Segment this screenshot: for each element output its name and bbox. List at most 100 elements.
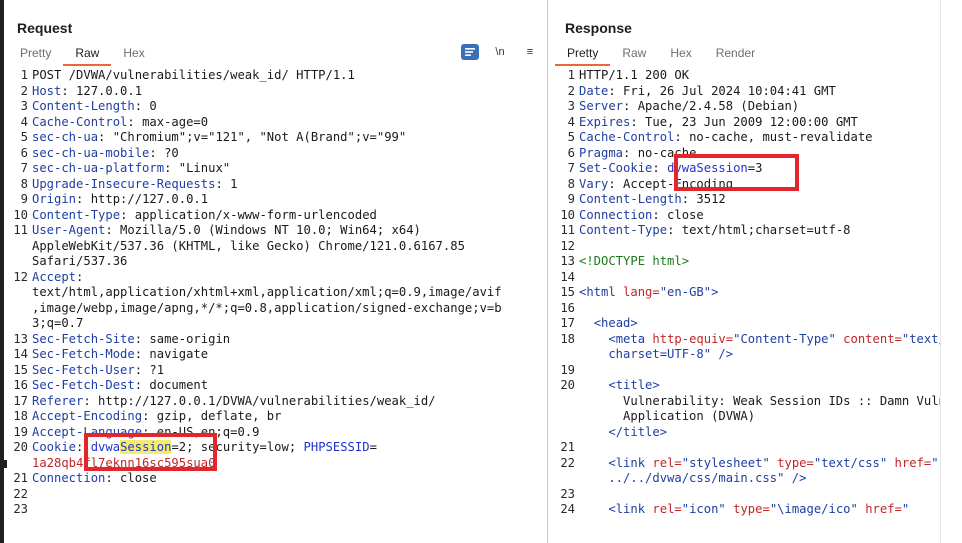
code-token: Date xyxy=(579,83,609,98)
request-line: 16 Sec-Fetch-Dest: document xyxy=(8,378,547,394)
request-line: 6 sec-ch-ua-mobile: ?0 xyxy=(8,146,547,162)
response-line: 15 <html lang="en-GB"> xyxy=(555,285,940,301)
request-line: 4 Cache-Control: max-age=0 xyxy=(8,115,547,131)
code-token: : close xyxy=(105,471,157,485)
line-content: Sec-Fetch-Mode: navigate xyxy=(32,347,547,363)
code-token: Accept xyxy=(32,269,77,284)
line-content: Referer: http://127.0.0.1/DVWA/vulnerabi… xyxy=(32,394,547,410)
line-content: Connection: close xyxy=(579,208,940,224)
code-token: <html xyxy=(579,285,624,299)
window-left-edge xyxy=(0,0,7,543)
code-token: : text/html,application/xhtml+xml,applic… xyxy=(32,269,502,331)
line-content xyxy=(32,502,547,518)
code-token: : ?0 xyxy=(149,145,179,160)
line-content: sec-ch-ua: "Chromium";v="121", "Not A(Br… xyxy=(32,130,547,146)
code-token: " xyxy=(901,502,910,516)
code-token: rel= xyxy=(652,455,682,470)
line-number: 4 xyxy=(567,114,575,129)
line-number: 21 xyxy=(560,440,575,454)
request-tab-hex[interactable]: Hex xyxy=(111,42,156,66)
code-token: : close xyxy=(652,207,704,222)
line-number: 22 xyxy=(13,486,28,501)
code-token: Cache-Control xyxy=(579,130,675,144)
request-tab-pretty[interactable]: Pretty xyxy=(8,42,63,66)
request-tabs: Pretty Raw Hex xyxy=(8,42,157,66)
response-line: 3 Server: Apache/2.4.58 (Debian) xyxy=(555,99,940,115)
line-content: Sec-Fetch-User: ?1 xyxy=(32,363,547,379)
line-content: Set-Cookie: dvwaSession=3 xyxy=(579,161,940,177)
request-tab-raw[interactable]: Raw xyxy=(63,42,112,66)
left-edge-marker xyxy=(4,460,7,468)
code-token: Upgrade-Insecure-Requests xyxy=(32,176,216,191)
code-token: : http://127.0.0.1/DVWA/vulnerabilities/… xyxy=(83,393,436,408)
code-token: rel= xyxy=(652,502,682,516)
line-content xyxy=(579,239,940,255)
menu-icon[interactable]: ≡ xyxy=(521,44,539,60)
response-tab-render[interactable]: Render xyxy=(704,42,767,66)
line-number: 6 xyxy=(20,145,28,160)
code-token: type= xyxy=(777,455,814,470)
line-content: <!DOCTYPE html> xyxy=(579,254,940,270)
wrap-lines-icon[interactable] xyxy=(461,44,479,60)
request-line: 11 User-Agent: Mozilla/5.0 (Windows NT 10… xyxy=(8,223,547,270)
code-token: href= xyxy=(865,502,902,516)
code-token: : navigate xyxy=(134,347,209,361)
code-token: Accept-Language xyxy=(32,424,143,439)
code-token: Session xyxy=(120,440,172,454)
code-token: sec-ch-ua-mobile xyxy=(32,145,150,160)
line-number: 23 xyxy=(13,502,28,516)
code-token: Content-Length xyxy=(579,192,682,206)
line-content: Connection: close xyxy=(32,471,547,487)
response-editor[interactable]: 1 HTTP/1.1 200 OK 2 Date: Fri, 26 Jul 2024 … xyxy=(555,68,940,543)
line-content: User-Agent: Mozilla/5.0 (Windows NT 10.0… xyxy=(32,223,547,270)
request-line: 1 POST /DVWA/vulnerabilities/weak_id/ HTT… xyxy=(8,68,547,84)
line-number: 20 xyxy=(13,440,28,454)
code-token: </title> xyxy=(608,424,668,439)
code-token: Sec-Fetch-User xyxy=(32,362,135,377)
line-content: Vary: Accept-Encoding xyxy=(579,177,940,193)
code-token: <meta xyxy=(608,331,653,346)
line-content: <meta http-equiv="Content-Type" content=… xyxy=(579,332,940,363)
code-token: : no-cache, must-revalidate xyxy=(674,130,873,144)
line-content: HTTP/1.1 200 OK xyxy=(579,68,940,84)
response-line: 12 xyxy=(555,239,940,255)
request-line: 19 Accept-Language: en-US,en;q=0.9 xyxy=(8,425,547,441)
code-token: dvwaSession xyxy=(667,161,748,175)
line-number: 10 xyxy=(560,207,575,222)
line-number: 9 xyxy=(567,192,575,206)
line-number: 10 xyxy=(13,207,28,222)
line-number: 13 xyxy=(560,254,575,268)
request-line: 3 Content-Length: 0 xyxy=(8,99,547,115)
line-number: 22 xyxy=(560,455,575,470)
response-tab-raw[interactable]: Raw xyxy=(610,42,658,66)
line-content: Expires: Tue, 23 Jun 2009 12:00:00 GMT xyxy=(579,115,940,131)
request-line: 2 Host: 127.0.0.1 xyxy=(8,84,547,100)
request-editor[interactable]: 1 POST /DVWA/vulnerabilities/weak_id/ HTT… xyxy=(8,68,547,543)
code-token: : 127.0.0.1 xyxy=(61,83,143,98)
newline-icon[interactable]: \n xyxy=(491,44,509,60)
response-tab-pretty[interactable]: Pretty xyxy=(555,42,611,66)
code-token: sec-ch-ua-platform xyxy=(32,161,165,175)
code-token: Cookie xyxy=(32,440,77,454)
line-content xyxy=(32,487,547,503)
code-token: : Accept-Encoding xyxy=(608,176,734,191)
code-token: Connection xyxy=(579,207,653,222)
code-token: = xyxy=(369,440,377,454)
code-token: : gzip, deflate, br xyxy=(142,409,282,423)
line-content xyxy=(579,270,940,286)
code-token: <link xyxy=(608,502,653,516)
line-number: 13 xyxy=(13,331,28,346)
code-token: HTTP/1.1 200 OK xyxy=(579,68,690,82)
code-token: : en-US,en;q=0.9 xyxy=(142,424,260,439)
request-line: 9 Origin: http://127.0.0.1 xyxy=(8,192,547,208)
response-tab-hex[interactable]: Hex xyxy=(658,42,703,66)
response-line: 17 <head> xyxy=(555,316,940,332)
line-number: 1 xyxy=(567,68,575,82)
code-token: <title> xyxy=(608,378,660,392)
code-token: <link xyxy=(608,455,653,470)
code-token: =2; security=low; xyxy=(171,440,304,454)
code-token: Accept-Encoding xyxy=(32,409,143,423)
